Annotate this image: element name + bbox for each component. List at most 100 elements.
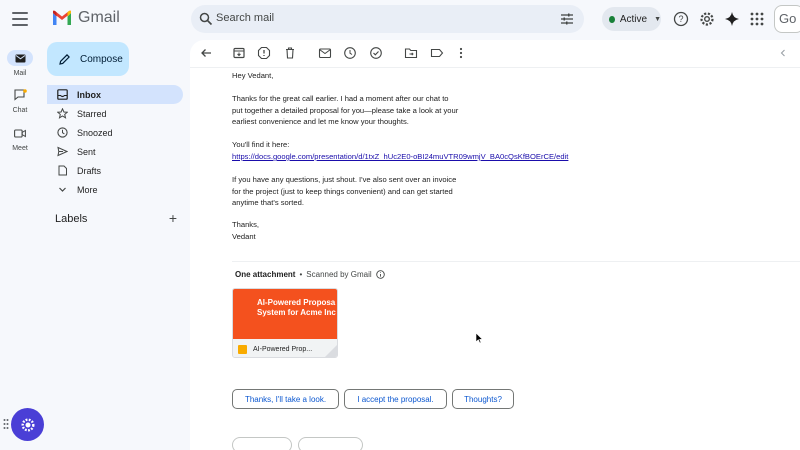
info-icon[interactable] bbox=[375, 270, 385, 279]
sidebar-label-starred: Starred bbox=[77, 108, 107, 119]
attachment-file-name: AI-Powered Prop... bbox=[253, 345, 313, 353]
search-input[interactable]: Search mail bbox=[216, 12, 274, 24]
email-paragraph-1: Thanks for the great call earlier. I had… bbox=[232, 93, 458, 128]
gmail-logo[interactable]: Gmail bbox=[52, 9, 120, 27]
mail-icon bbox=[7, 50, 33, 66]
proposal-link[interactable]: https://docs.google.com/presentation/d/1… bbox=[232, 151, 568, 163]
top-bar: Gmail Search mail Active ▼ ? Go bbox=[0, 0, 800, 40]
report-spam-icon[interactable] bbox=[257, 46, 271, 60]
rail-item-chat[interactable]: Chat bbox=[0, 87, 40, 114]
smart-reply-chip[interactable]: Thanks, I'll take a look. bbox=[232, 389, 339, 409]
add-task-icon[interactable] bbox=[369, 46, 383, 60]
sidebar-item-snoozed[interactable]: Snoozed bbox=[47, 123, 183, 142]
star-icon bbox=[57, 108, 68, 119]
rail-label-meet: Meet bbox=[12, 145, 28, 152]
attachment-separator: • bbox=[299, 270, 303, 279]
rail-item-mail[interactable]: Mail bbox=[0, 50, 40, 77]
slide-title-line: AI-Powered Proposa bbox=[257, 298, 336, 307]
slides-file-icon bbox=[238, 344, 247, 354]
email-signoff: Thanks, bbox=[232, 220, 260, 229]
smart-reply-chip[interactable]: Thoughts? bbox=[452, 389, 514, 409]
compose-button[interactable]: Compose bbox=[47, 42, 129, 76]
attachment-count: One attachment bbox=[235, 270, 296, 279]
slide-title: AI-Powered Proposa System for Acme Inc bbox=[257, 298, 336, 318]
attachment-divider bbox=[232, 261, 800, 262]
sidebar-item-starred[interactable]: Starred bbox=[47, 104, 183, 123]
email-line: anytime that's sorted. bbox=[232, 198, 304, 207]
sidebar-item-more[interactable]: More bbox=[47, 180, 183, 199]
status-label: Active bbox=[619, 13, 648, 25]
page-fold-icon bbox=[325, 345, 337, 357]
status-dot bbox=[609, 15, 615, 23]
chevron-down-icon bbox=[59, 187, 66, 192]
compose-label: Compose bbox=[80, 53, 123, 65]
inbox-icon bbox=[57, 89, 68, 100]
sidebar-nav: Inbox Starred Snoozed Sent Drafts More bbox=[47, 85, 183, 199]
reply-button[interactable] bbox=[232, 437, 292, 450]
move-to-folder-icon[interactable] bbox=[404, 46, 418, 60]
label-tag-icon[interactable] bbox=[430, 46, 444, 60]
chevron-left-icon[interactable] bbox=[776, 46, 790, 60]
meet-icon bbox=[7, 125, 33, 141]
draft-icon bbox=[58, 165, 67, 176]
more-options-icon[interactable] bbox=[454, 46, 468, 60]
forward-button[interactable] bbox=[298, 437, 363, 450]
search-bar[interactable]: Search mail bbox=[191, 5, 584, 33]
labels-header: Labels + bbox=[55, 211, 177, 225]
email-line: If you have any questions, just shout. I… bbox=[232, 175, 457, 184]
email-line: earliest convenience and let me know you… bbox=[232, 117, 409, 126]
gemini-sparkle-icon[interactable] bbox=[724, 11, 740, 27]
apps-grid-icon[interactable] bbox=[749, 11, 765, 27]
sidebar-label-inbox: Inbox bbox=[77, 89, 101, 100]
drag-handle-icon[interactable] bbox=[3, 418, 9, 430]
attachment-thumbnail[interactable]: AI-Powered Proposa System for Acme Inc A… bbox=[232, 288, 338, 358]
back-arrow-icon[interactable] bbox=[199, 46, 213, 60]
help-icon[interactable]: ? bbox=[673, 11, 689, 27]
sidebar-item-inbox[interactable]: Inbox bbox=[47, 85, 183, 104]
email-line: for the project (just to keep things con… bbox=[232, 186, 453, 196]
main-menu-icon[interactable] bbox=[12, 12, 28, 26]
sidebar-label-drafts: Drafts bbox=[77, 165, 102, 176]
clock-icon bbox=[57, 127, 68, 138]
email-signature: Vedant bbox=[232, 232, 256, 241]
email-greeting: Hey Vedant, bbox=[232, 71, 274, 80]
search-icon[interactable] bbox=[199, 12, 213, 26]
sidebar-item-sent[interactable]: Sent bbox=[47, 142, 183, 161]
pencil-icon bbox=[59, 53, 70, 65]
chat-icon bbox=[7, 87, 33, 103]
email-find-it: You'll find it here: bbox=[232, 140, 290, 149]
smart-reply-chip[interactable]: I accept the proposal. bbox=[344, 389, 447, 409]
email-paragraph-2: If you have any questions, just shout. I… bbox=[232, 174, 456, 209]
rail-label-mail: Mail bbox=[13, 70, 27, 77]
svg-text:?: ? bbox=[678, 14, 683, 24]
app-rail: Mail Chat Meet bbox=[0, 40, 40, 450]
app-name: Gmail bbox=[78, 9, 120, 26]
sidebar-label-sent: Sent bbox=[77, 146, 96, 157]
slide-title-line: System for Acme Inc bbox=[257, 308, 336, 317]
mouse-cursor-icon bbox=[475, 332, 483, 344]
add-label-button[interactable]: + bbox=[169, 211, 177, 225]
rail-item-meet[interactable]: Meet bbox=[0, 125, 40, 152]
chevron-down-icon: ▼ bbox=[654, 15, 661, 23]
archive-icon[interactable] bbox=[232, 46, 246, 60]
account-button[interactable]: Go bbox=[774, 5, 800, 33]
extension-fab-button[interactable] bbox=[11, 408, 44, 441]
send-icon bbox=[57, 146, 68, 157]
message-toolbar bbox=[190, 40, 800, 66]
email-line: Thanks for the great call earlier. I had… bbox=[232, 94, 449, 103]
sidebar-label-snoozed: Snoozed bbox=[77, 127, 113, 138]
search-options-icon[interactable] bbox=[560, 12, 574, 26]
settings-gear-icon[interactable] bbox=[699, 11, 715, 27]
sidebar-item-drafts[interactable]: Drafts bbox=[47, 161, 183, 180]
snooze-clock-icon[interactable] bbox=[343, 46, 357, 60]
delete-trash-icon[interactable] bbox=[283, 46, 297, 60]
labels-title: Labels bbox=[55, 213, 88, 225]
attachment-header: One attachment • Scanned by Gmail bbox=[235, 270, 385, 279]
email-line: put together a detailed proposal for you… bbox=[232, 105, 459, 115]
gmail-m-icon bbox=[53, 10, 71, 25]
message-view: Hey Vedant, Thanks for the great call ea… bbox=[190, 40, 800, 450]
attachment-footer: AI-Powered Prop... bbox=[233, 339, 337, 357]
status-dropdown[interactable]: Active ▼ bbox=[602, 7, 661, 31]
mark-unread-icon[interactable] bbox=[318, 46, 332, 60]
toolbar-divider bbox=[190, 67, 800, 68]
